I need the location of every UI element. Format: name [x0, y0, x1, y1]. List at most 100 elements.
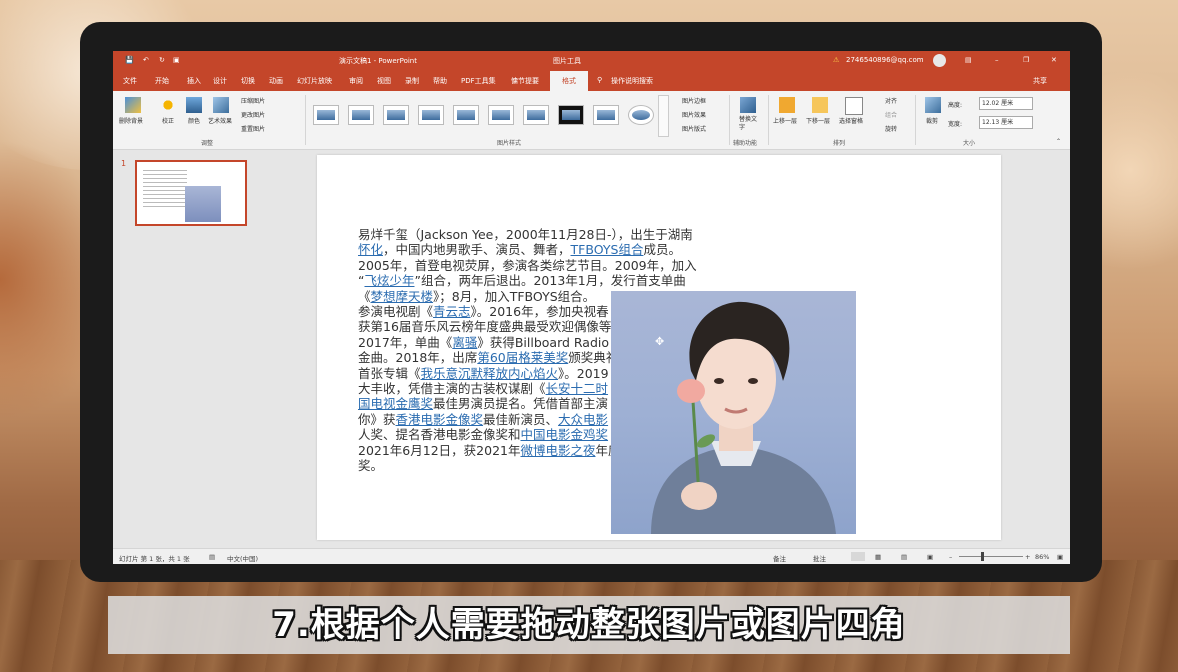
picture-border-button[interactable]: 图片边框	[682, 96, 706, 105]
tab-insert[interactable]: 插入	[187, 76, 201, 86]
slideshow-view-icon[interactable]: ▣	[927, 553, 933, 561]
link-changan[interactable]: 长安十二时	[546, 381, 609, 396]
remove-background-icon[interactable]	[125, 97, 141, 113]
picture-effects-button[interactable]: 图片效果	[682, 110, 706, 119]
separator	[729, 95, 730, 145]
link-huaihua[interactable]: 怀化	[358, 242, 383, 257]
align-button[interactable]: 对齐	[885, 96, 897, 105]
picture-style-6[interactable]	[488, 105, 514, 125]
zoom-slider-thumb[interactable]	[981, 552, 984, 561]
selection-pane-icon[interactable]	[845, 97, 863, 115]
collapse-ribbon-icon[interactable]: ⌃	[1056, 138, 1061, 145]
crop-icon[interactable]	[925, 97, 941, 113]
link-weibo-film-night[interactable]: 微博电影之夜	[520, 443, 595, 458]
account-email[interactable]: 2746540896@qq.com	[846, 56, 924, 64]
artistic-effects-icon[interactable]	[213, 97, 229, 113]
group-button[interactable]: 组合	[885, 110, 897, 119]
link-qingyunzhi[interactable]: 青云志	[433, 304, 471, 319]
selection-pane-button[interactable]: 选择窗格	[839, 116, 863, 125]
corrections-button[interactable]: 校正	[162, 116, 174, 125]
height-input[interactable]: 12.02 厘米	[979, 97, 1033, 110]
send-backward-button[interactable]: 下移一层	[806, 116, 830, 125]
slide-thumbnail[interactable]	[135, 160, 247, 226]
change-picture-button[interactable]: 更改图片	[241, 110, 265, 119]
tab-pdf-tools[interactable]: PDF工具集	[461, 76, 496, 86]
compress-pictures-button[interactable]: 压缩图片	[241, 96, 265, 105]
picture-style-7[interactable]	[523, 105, 549, 125]
tab-review[interactable]: 审阅	[349, 76, 363, 86]
link-grammy[interactable]: 第60届格莱美奖	[477, 350, 568, 365]
color-icon[interactable]	[186, 97, 202, 113]
comments-button[interactable]: 批注	[813, 553, 826, 563]
ribbon-display-icon[interactable]: ▤	[965, 56, 972, 64]
artistic-effects-button[interactable]: 艺术效果	[208, 116, 232, 125]
tell-me-search[interactable]: 操作说明搜索	[611, 76, 653, 86]
bring-forward-button[interactable]: 上移一层	[773, 116, 797, 125]
link-hk-film-awards[interactable]: 香港电影金像奖	[396, 412, 484, 427]
avatar[interactable]	[933, 54, 946, 67]
undo-icon[interactable]: ↶	[143, 56, 149, 64]
reading-view-icon[interactable]: ▤	[901, 553, 907, 561]
tab-file[interactable]: 文件	[123, 76, 137, 86]
picture-layout-button[interactable]: 图片版式	[682, 124, 706, 133]
fit-slide-icon[interactable]: ▣	[1057, 553, 1063, 561]
minimize-icon[interactable]: –	[995, 56, 999, 64]
crop-button[interactable]: 裁剪	[926, 116, 938, 125]
tab-view[interactable]: 视图	[377, 76, 391, 86]
tab-transitions[interactable]: 切换	[241, 76, 255, 86]
link-golden-eagle[interactable]: 国电视金鹰奖	[358, 396, 433, 411]
tab-format[interactable]: 格式	[550, 71, 588, 91]
link-popular-film[interactable]: 大众电影	[558, 412, 608, 427]
tab-record[interactable]: 录制	[405, 76, 419, 86]
slideshow-icon[interactable]: ▣	[173, 56, 180, 64]
corrections-icon[interactable]	[160, 97, 176, 113]
normal-view-icon[interactable]	[851, 552, 865, 561]
slide-sorter-icon[interactable]: ▦	[875, 553, 881, 561]
tab-slideshow[interactable]: 幻灯片放映	[297, 76, 332, 86]
portrait-photo[interactable]: ✥	[611, 291, 856, 534]
redo-icon[interactable]: ↻	[159, 56, 165, 64]
text-run: 《	[358, 288, 371, 304]
notes-button[interactable]: 备注	[773, 553, 786, 563]
alt-text-button[interactable]: 替换文字	[739, 116, 759, 132]
link-album[interactable]: 我乐意沉默释放内心焰火	[421, 366, 559, 381]
spellcheck-icon[interactable]: ▤	[209, 553, 215, 561]
zoom-in-icon[interactable]: +	[1025, 553, 1030, 561]
send-backward-icon[interactable]	[812, 97, 828, 113]
tab-design[interactable]: 设计	[213, 76, 227, 86]
save-icon[interactable]: 💾	[125, 56, 134, 64]
tab-animations[interactable]: 动画	[269, 76, 283, 86]
remove-background-button[interactable]: 删除背景	[119, 116, 143, 125]
reset-picture-button[interactable]: 重置图片	[241, 124, 265, 133]
picture-style-8[interactable]	[558, 105, 584, 125]
link-dream-tower[interactable]: 梦想摩天楼	[371, 289, 434, 304]
close-icon[interactable]: ✕	[1051, 56, 1057, 64]
tab-home[interactable]: 开始	[155, 76, 169, 86]
language-status[interactable]: 中文(中国)	[227, 553, 258, 563]
link-feixuan[interactable]: 飞炫少年	[364, 273, 414, 288]
link-golden-rooster[interactable]: 中国电影金鸡奖	[521, 427, 609, 442]
restore-icon[interactable]: ❐	[1023, 56, 1029, 64]
picture-style-2[interactable]	[348, 105, 374, 125]
rotate-button[interactable]: 旋转	[885, 124, 897, 133]
picture-style-5[interactable]	[453, 105, 479, 125]
tab-help[interactable]: 帮助	[433, 76, 447, 86]
color-button[interactable]: 颜色	[188, 116, 200, 125]
slide-canvas[interactable]: 易烊千玺（Jackson Yee，2000年11月28日-），出生于湖南 怀化，…	[317, 155, 1001, 540]
picture-style-10[interactable]	[628, 105, 654, 125]
zoom-level[interactable]: 86%	[1035, 553, 1049, 561]
tab-extra[interactable]: 慵节提要	[511, 76, 539, 86]
bring-forward-icon[interactable]	[779, 97, 795, 113]
picture-style-9[interactable]	[593, 105, 619, 125]
picture-style-1[interactable]	[313, 105, 339, 125]
width-input[interactable]: 12.13 厘米	[979, 116, 1033, 129]
picture-style-4[interactable]	[418, 105, 444, 125]
share-button[interactable]: 共享	[1033, 76, 1047, 86]
zoom-out-icon[interactable]: –	[949, 553, 952, 561]
styles-gallery-scrollbar[interactable]	[658, 95, 669, 137]
link-tfboys[interactable]: TFBOYS组合	[571, 242, 644, 257]
link-lisao[interactable]: 离骚	[452, 335, 477, 350]
picture-style-3[interactable]	[383, 105, 409, 125]
zoom-slider[interactable]	[959, 556, 1023, 557]
alt-text-icon[interactable]	[740, 97, 756, 113]
